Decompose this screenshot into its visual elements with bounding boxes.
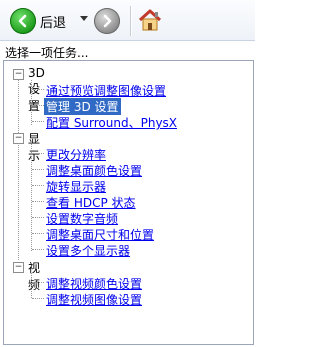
- home-icon[interactable]: [136, 6, 164, 34]
- tree-line: [18, 143, 19, 260]
- tree-line: [31, 273, 32, 298]
- task-link-hdcp-status[interactable]: 查看 HDCP 状态: [46, 194, 136, 211]
- tree-line: [32, 153, 44, 154]
- tree-line: [32, 282, 44, 283]
- back-button-label[interactable]: 后退: [40, 12, 66, 31]
- task-link-rotate-display[interactable]: 旋转显示器: [46, 178, 106, 195]
- toolbar-separator: [130, 6, 132, 36]
- task-link-configure-surround-physx[interactable]: 配置 Surround、PhysX: [46, 114, 177, 131]
- task-link-video-color-settings[interactable]: 调整视频颜色设置: [46, 275, 142, 292]
- tree-line: [32, 201, 44, 202]
- category-video[interactable]: 视频: [28, 259, 40, 293]
- toolbar: 后退: [0, 0, 255, 41]
- tree-line: [32, 89, 44, 90]
- tree-line: [32, 185, 44, 186]
- tree-line: [32, 217, 44, 218]
- task-link-preview-image-settings[interactable]: 通过预览调整图像设置: [46, 82, 166, 99]
- task-tree-panel: − 3D 设置 通过预览调整图像设置 管理 3D 设置 配置 Surround、…: [3, 60, 254, 345]
- tree-line: [32, 233, 44, 234]
- tree-line: [31, 80, 32, 125]
- tree-line: [18, 79, 19, 139]
- task-link-manage-3d-settings[interactable]: 管理 3D 设置: [44, 98, 121, 115]
- task-title: 选择一项任务...: [5, 46, 89, 60]
- chevron-down-icon[interactable]: [80, 16, 88, 21]
- tree-line: [32, 298, 44, 299]
- task-link-desktop-color-settings[interactable]: 调整桌面颜色设置: [46, 162, 142, 179]
- tree-line: [32, 249, 44, 250]
- tree-line: [32, 169, 44, 170]
- tree-line: [31, 144, 32, 251]
- task-link-multiple-displays[interactable]: 设置多个显示器: [46, 242, 130, 259]
- task-link-digital-audio[interactable]: 设置数字音频: [46, 210, 118, 227]
- tree-line: [32, 105, 44, 106]
- forward-arrow-icon[interactable]: [94, 8, 120, 34]
- task-link-desktop-size-position[interactable]: 调整桌面尺寸和位置: [46, 226, 154, 243]
- task-link-video-image-settings[interactable]: 调整视频图像设置: [46, 291, 142, 308]
- collapse-video-icon[interactable]: −: [13, 262, 24, 273]
- category-display[interactable]: 显示: [28, 130, 40, 164]
- back-arrow-icon[interactable]: [10, 8, 36, 34]
- tree-line: [32, 121, 44, 122]
- task-link-change-resolution[interactable]: 更改分辨率: [46, 146, 106, 163]
